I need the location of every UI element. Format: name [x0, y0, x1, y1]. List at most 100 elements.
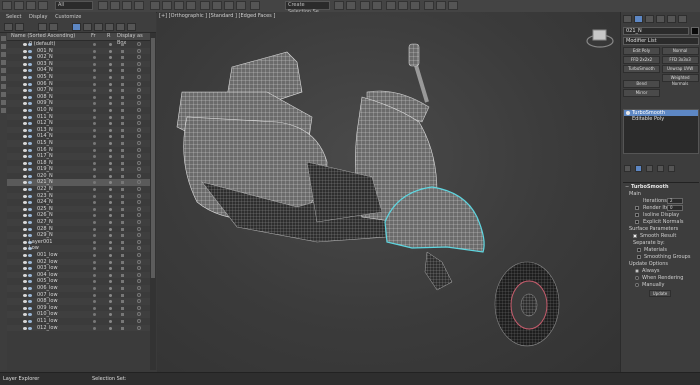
render-toggle-icon[interactable]: [109, 181, 112, 185]
explorer-scrollbar[interactable]: [150, 33, 156, 370]
object-row[interactable]: 018_N: [7, 160, 150, 167]
display-filter-helpers-icon[interactable]: [1, 68, 6, 73]
color-swatch[interactable]: [121, 155, 124, 159]
color-swatch[interactable]: [121, 280, 124, 284]
render-toggle-icon[interactable]: [109, 69, 112, 73]
box-toggle-icon[interactable]: [137, 226, 141, 231]
visibility-eye-icon[interactable]: [23, 155, 27, 159]
freeze-toggle-icon[interactable]: [93, 214, 96, 218]
object-row[interactable]: 002_N: [7, 54, 150, 61]
render-toggle-icon[interactable]: [109, 306, 112, 310]
render-toggle-icon[interactable]: [109, 201, 112, 205]
visibility-eye-icon[interactable]: [23, 254, 27, 257]
freeze-toggle-icon[interactable]: [93, 247, 96, 251]
percent-snap-icon[interactable]: [224, 1, 234, 10]
box-toggle-icon[interactable]: [137, 239, 141, 244]
make-unique-icon[interactable]: [646, 165, 653, 172]
object-row[interactable]: 023_N: [7, 192, 150, 200]
box-toggle-icon[interactable]: [137, 206, 141, 211]
visibility-eye-icon[interactable]: [23, 188, 27, 192]
render-toggle-icon[interactable]: [109, 260, 112, 264]
box-toggle-icon[interactable]: [137, 127, 141, 132]
freeze-toggle-icon[interactable]: [93, 49, 96, 53]
color-swatch[interactable]: [121, 69, 124, 73]
box-toggle-icon[interactable]: [137, 299, 141, 304]
render-toggle-icon[interactable]: [109, 148, 112, 152]
layer-explorer-icon[interactable]: [372, 1, 382, 10]
object-name-field[interactable]: 021_N: [623, 27, 689, 35]
box-toggle-icon[interactable]: [137, 220, 141, 225]
box-toggle-icon[interactable]: [137, 121, 141, 126]
visibility-eye-icon[interactable]: [23, 260, 27, 264]
render-toggle-icon[interactable]: [109, 254, 112, 257]
visibility-eye-icon[interactable]: [23, 148, 27, 152]
object-row[interactable]: 008_N: [7, 94, 150, 101]
render-toggle-icon[interactable]: [109, 128, 112, 132]
freeze-toggle-icon[interactable]: [93, 319, 96, 323]
freeze-toggle-icon[interactable]: [93, 313, 96, 317]
render-toggle-icon[interactable]: [109, 267, 112, 271]
visibility-eye-icon[interactable]: [23, 319, 27, 323]
freeze-toggle-icon[interactable]: [93, 174, 96, 178]
object-row[interactable]: 001_N: [7, 47, 150, 55]
box-toggle-icon[interactable]: [137, 200, 141, 205]
settings-icon[interactable]: [127, 23, 136, 31]
layer-row[interactable]: Layer001: [7, 239, 150, 246]
spinner-snap-icon[interactable]: [236, 1, 246, 10]
object-row[interactable]: 019_N: [7, 166, 150, 173]
visibility-eye-icon[interactable]: [23, 267, 27, 271]
layer-row[interactable]: Low: [7, 245, 150, 252]
scale-icon[interactable]: [174, 1, 184, 10]
select-by-name-icon[interactable]: [110, 1, 120, 10]
visibility-eye-icon[interactable]: [23, 49, 27, 53]
object-row[interactable]: 014_N: [7, 133, 150, 140]
visibility-eye-icon[interactable]: [23, 141, 27, 145]
object-row[interactable]: 002_low: [7, 258, 150, 266]
visibility-eye-icon[interactable]: [23, 247, 27, 251]
render-toggle-icon[interactable]: [109, 194, 112, 198]
create-tab-icon[interactable]: [623, 15, 632, 23]
snap-icon[interactable]: [200, 1, 210, 10]
object-row[interactable]: 003_low: [7, 265, 150, 272]
render-setup-icon[interactable]: [424, 1, 434, 10]
object-row[interactable]: 004_N: [7, 67, 150, 74]
freeze-toggle-icon[interactable]: [93, 280, 96, 284]
box-toggle-icon[interactable]: [137, 147, 141, 152]
render-toggle-icon[interactable]: [109, 293, 112, 297]
freeze-toggle-icon[interactable]: [93, 194, 96, 198]
select-icon[interactable]: [98, 1, 108, 10]
place-icon[interactable]: [186, 1, 196, 10]
freeze-toggle-icon[interactable]: [93, 273, 96, 277]
color-swatch[interactable]: [121, 267, 124, 271]
render-toggle-icon[interactable]: [109, 273, 112, 277]
color-swatch[interactable]: [121, 89, 124, 93]
color-swatch[interactable]: [121, 188, 124, 192]
visibility-eye-icon[interactable]: [23, 227, 27, 231]
link-icon[interactable]: [26, 1, 36, 10]
visibility-eye-icon[interactable]: [23, 43, 27, 46]
scrollbar-thumb[interactable]: [151, 38, 155, 278]
bend-button[interactable]: Bend: [623, 80, 660, 88]
box-toggle-icon[interactable]: [137, 253, 141, 257]
ffd-222-button[interactable]: FFD 2x2x2: [623, 56, 660, 64]
box-toggle-icon[interactable]: [137, 107, 141, 112]
visibility-eye-icon[interactable]: [23, 326, 27, 330]
unlink-icon[interactable]: [38, 1, 48, 10]
freeze-toggle-icon[interactable]: [93, 141, 96, 145]
box-toggle-icon[interactable]: [137, 167, 141, 172]
close-icon[interactable]: [72, 23, 81, 31]
freeze-toggle-icon[interactable]: [93, 89, 96, 93]
redo-icon[interactable]: [14, 1, 24, 10]
box-toggle-icon[interactable]: [137, 154, 141, 159]
move-icon[interactable]: [150, 1, 160, 10]
object-row[interactable]: 007_N: [7, 87, 150, 94]
render-toggle-icon[interactable]: [109, 168, 112, 172]
mirror-icon[interactable]: [334, 1, 344, 10]
ffd-333-button[interactable]: FFD 3x3x3: [661, 56, 699, 64]
freeze-toggle-icon[interactable]: [93, 293, 96, 297]
menu-display[interactable]: Display: [29, 12, 47, 22]
color-swatch[interactable]: [121, 148, 124, 152]
hierarchy-icon[interactable]: [105, 23, 114, 31]
color-swatch[interactable]: [121, 227, 124, 231]
mirror-button[interactable]: Mirror: [623, 89, 660, 97]
